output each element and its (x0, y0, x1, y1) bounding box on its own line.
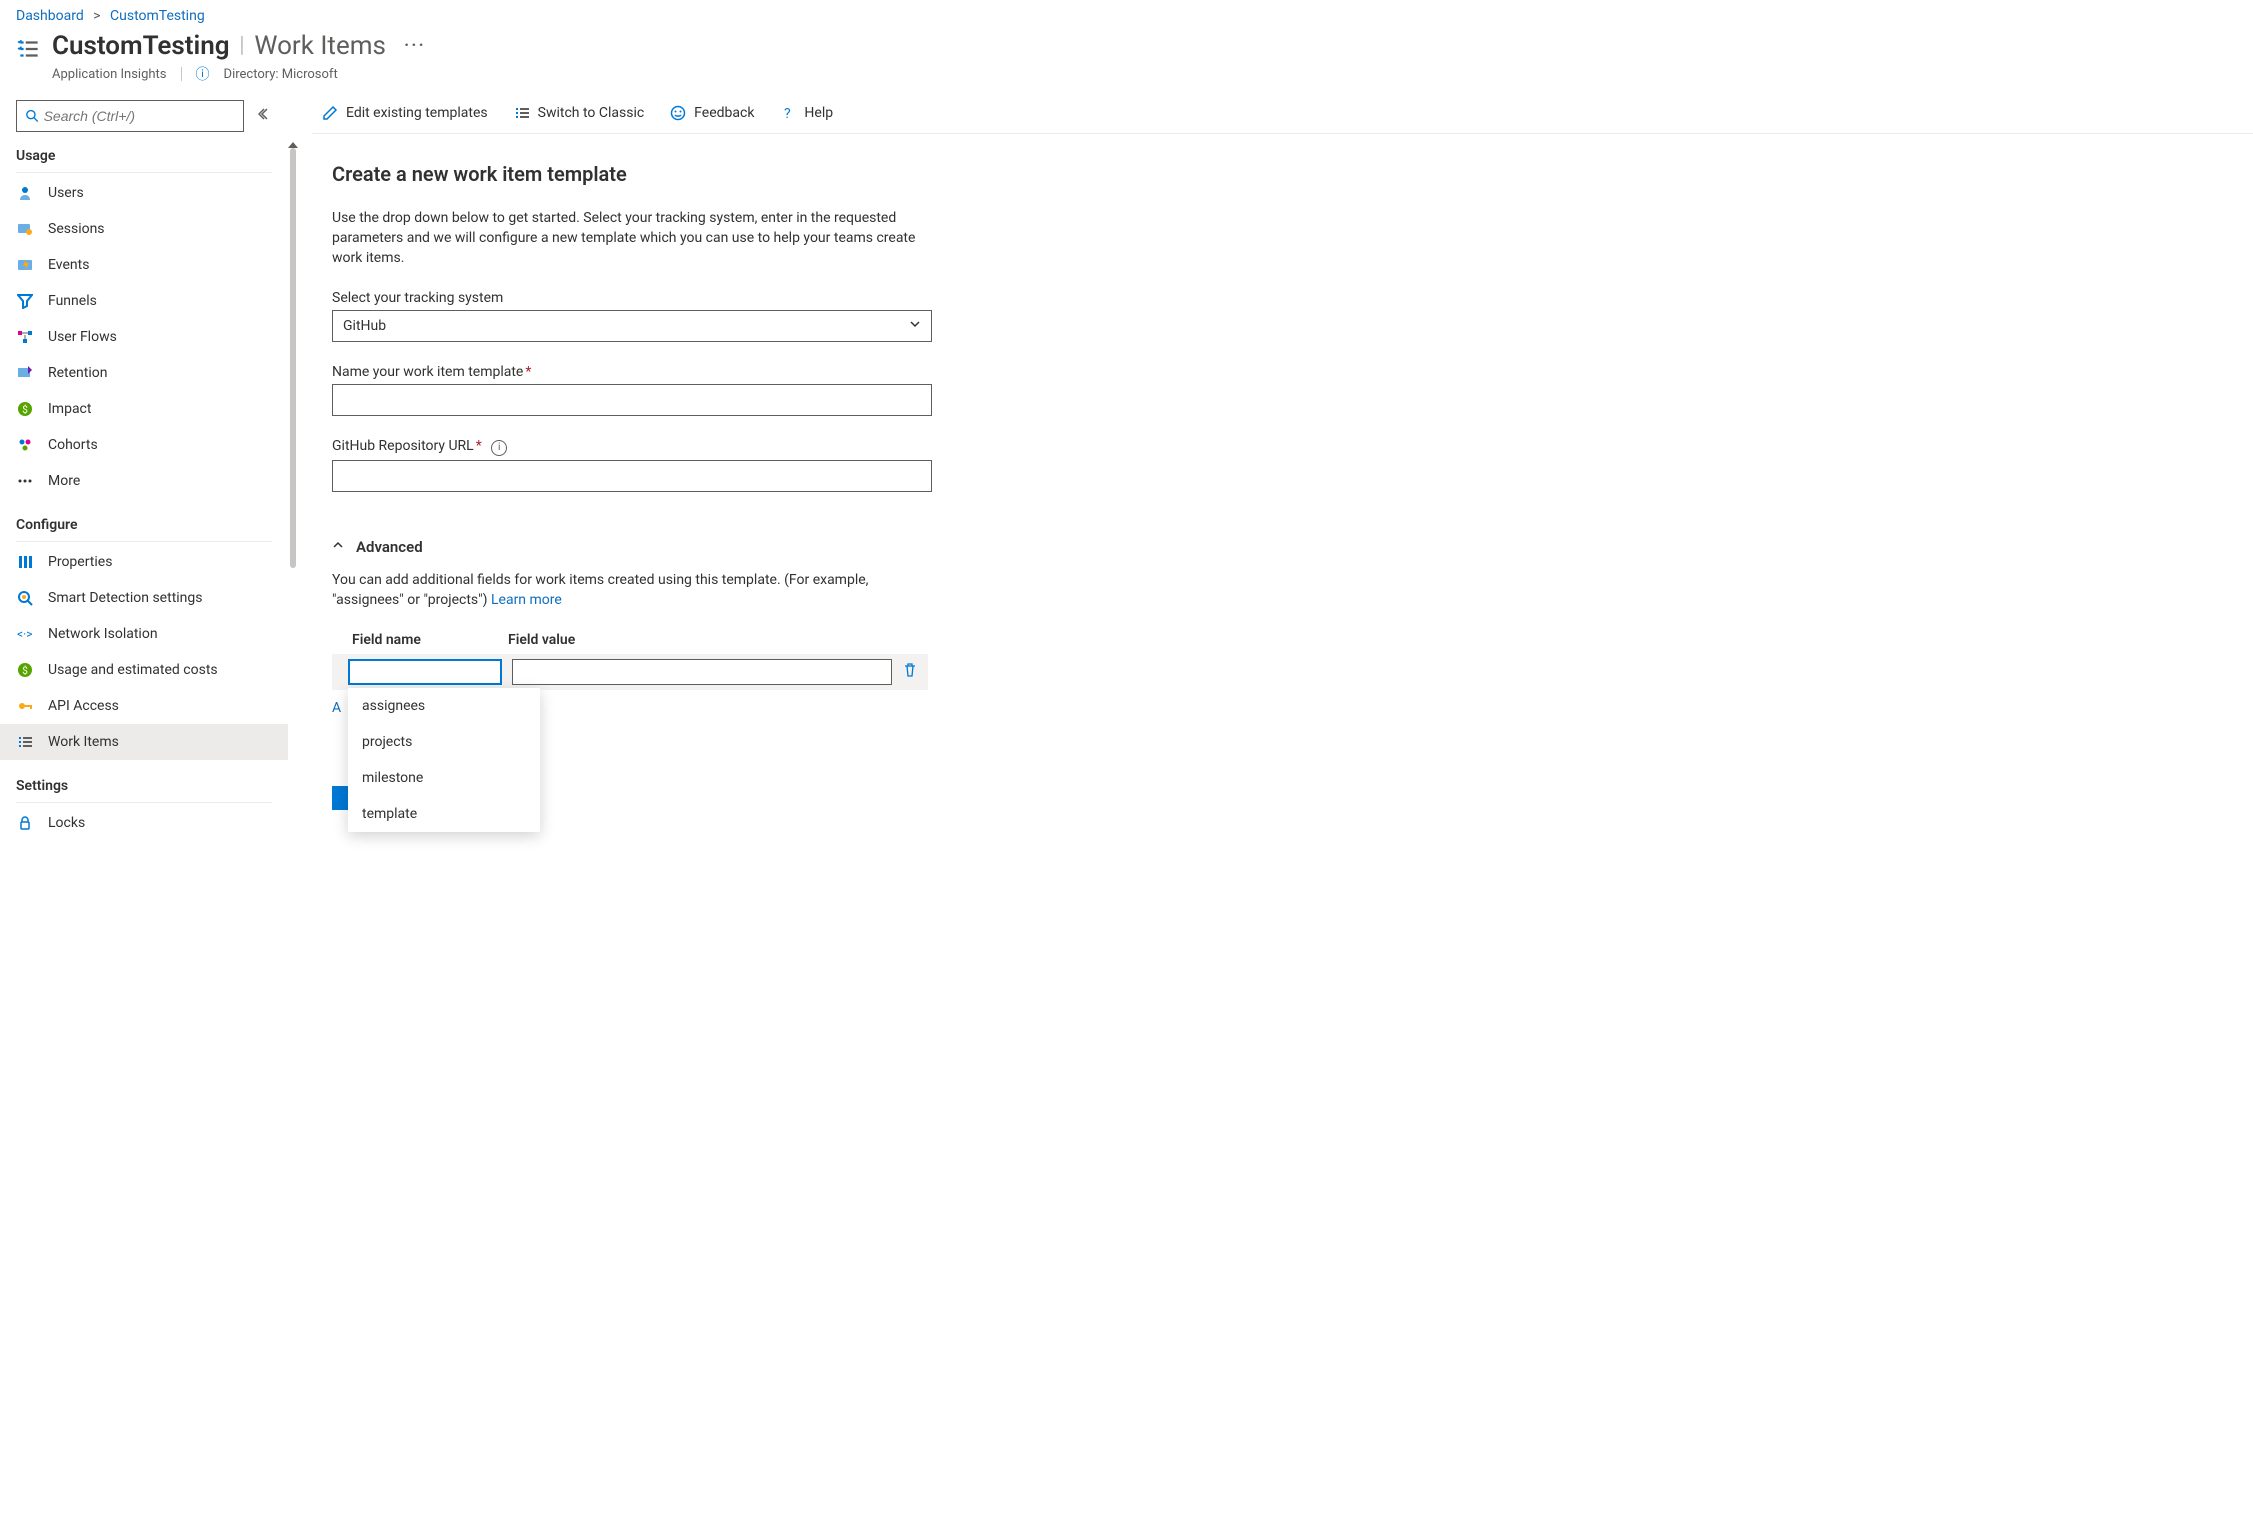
sidebar-item-users[interactable]: Users (0, 175, 288, 211)
work-items-icon (16, 30, 52, 66)
breadcrumb-current[interactable]: CustomTesting (110, 8, 205, 24)
sidebar-item-events[interactable]: Events (0, 247, 288, 283)
collapse-sidebar-button[interactable] (258, 107, 272, 125)
form-intro: Use the drop down below to get started. … (332, 208, 942, 268)
page-header: CustomTesting | Work Items ··· Applicati… (0, 24, 2253, 92)
svg-text:$: $ (22, 664, 28, 677)
key-icon (16, 698, 34, 714)
edit-templates-button[interactable]: Edit existing templates (322, 105, 488, 121)
breadcrumb-root[interactable]: Dashboard (16, 8, 84, 24)
repo-url-input-wrap (332, 460, 932, 492)
breadcrumb-separator: > (93, 8, 100, 24)
sidebar-item-sessions[interactable]: Sessions (0, 211, 288, 247)
sidebar-item-more[interactable]: More (0, 463, 288, 499)
dropdown-item-milestone[interactable]: milestone (348, 760, 540, 796)
page-title: CustomTesting | Work Items ··· (52, 30, 426, 62)
field-name-header: Field name (332, 632, 506, 648)
cohorts-icon (16, 437, 34, 453)
svg-text:$: $ (22, 403, 28, 416)
funnels-icon (16, 293, 34, 309)
dropdown-item-template[interactable]: template (348, 796, 540, 832)
directory-label: Directory: Microsoft (224, 67, 338, 82)
sidebar-item-funnels[interactable]: Funnels (0, 283, 288, 319)
toolbar: Edit existing templates Switch to Classi… (312, 92, 2253, 134)
sessions-icon (16, 221, 34, 237)
user-flows-icon (16, 329, 34, 345)
switch-classic-button[interactable]: Switch to Classic (514, 105, 645, 121)
nav-group-settings: Settings (0, 774, 288, 798)
form-title: Create a new work item template (332, 162, 942, 186)
svg-text:<·>: <·> (17, 627, 33, 641)
svg-text:?: ? (784, 106, 791, 121)
info-circle-icon[interactable]: i (491, 440, 507, 456)
smart-detection-icon (16, 590, 34, 606)
sidebar-scrollbar[interactable] (290, 148, 296, 568)
template-name-label: Name your work item template* (332, 364, 942, 380)
template-name-input[interactable] (343, 392, 921, 408)
sidebar-item-smart-detection[interactable]: Smart Detection settings (0, 580, 288, 616)
resource-name: CustomTesting (52, 30, 230, 62)
impact-icon: $ (16, 401, 34, 417)
breadcrumb: Dashboard > CustomTesting (0, 0, 2253, 24)
dropdown-item-assignees[interactable]: assignees (348, 688, 540, 724)
work-items-nav-icon (16, 734, 34, 750)
dropdown-item-projects[interactable]: projects (348, 724, 540, 760)
retention-icon (16, 365, 34, 381)
sidebar-item-user-flows[interactable]: User Flows (0, 319, 288, 355)
nav-group-configure: Configure (0, 513, 288, 537)
chevron-down-icon (909, 318, 921, 334)
user-icon (16, 185, 34, 201)
feedback-button[interactable]: Feedback (670, 105, 754, 121)
nav-search[interactable] (16, 100, 244, 132)
sidebar-item-cohorts[interactable]: Cohorts (0, 427, 288, 463)
advanced-description: You can add additional fields for work i… (332, 570, 912, 610)
sidebar-item-locks[interactable]: Locks (0, 805, 288, 841)
field-value-header: Field value (506, 632, 928, 648)
add-new-link[interactable]: A (332, 700, 341, 716)
advanced-field-row (332, 654, 928, 690)
help-button[interactable]: ? Help (780, 105, 833, 121)
field-name-dropdown: assignees projects milestone template (348, 688, 540, 832)
sidebar-item-impact[interactable]: $Impact (0, 391, 288, 427)
sidebar-item-usage-costs[interactable]: $Usage and estimated costs (0, 652, 288, 688)
nav-search-input[interactable] (44, 108, 235, 124)
delete-row-button[interactable] (902, 662, 918, 682)
field-name-input[interactable] (348, 659, 502, 685)
costs-icon: $ (16, 662, 34, 678)
template-name-input-wrap (332, 384, 932, 416)
learn-more-link[interactable]: Learn more (491, 592, 562, 608)
advanced-toggle[interactable]: Advanced (332, 538, 942, 556)
lock-icon (16, 815, 34, 831)
repo-url-label: GitHub Repository URL* i (332, 438, 942, 456)
chevron-up-icon (332, 539, 344, 554)
sidebar-item-network-isolation[interactable]: <·>Network Isolation (0, 616, 288, 652)
more-actions-button[interactable]: ··· (404, 30, 426, 62)
sidebar-item-retention[interactable]: Retention (0, 355, 288, 391)
events-icon (16, 257, 34, 273)
nav-group-usage: Usage (0, 144, 288, 168)
sidebar-item-work-items[interactable]: Work Items (0, 724, 288, 760)
main-content: Edit existing templates Switch to Classi… (288, 92, 2253, 855)
field-value-input[interactable] (512, 659, 892, 685)
info-icon[interactable]: ⓘ (196, 64, 210, 84)
repo-url-input[interactable] (343, 468, 921, 484)
sidebar: Usage Users Sessions Events Funnels User… (0, 92, 288, 855)
network-icon: <·> (16, 626, 34, 642)
tracking-system-label: Select your tracking system (332, 290, 942, 306)
properties-icon (16, 554, 34, 570)
blade-name: Work Items (254, 30, 386, 62)
sidebar-item-api-access[interactable]: API Access (0, 688, 288, 724)
resource-type: Application Insights (52, 67, 167, 82)
tracking-system-select[interactable]: GitHub (332, 310, 932, 342)
sidebar-item-properties[interactable]: Properties (0, 544, 288, 580)
more-icon (16, 473, 34, 489)
